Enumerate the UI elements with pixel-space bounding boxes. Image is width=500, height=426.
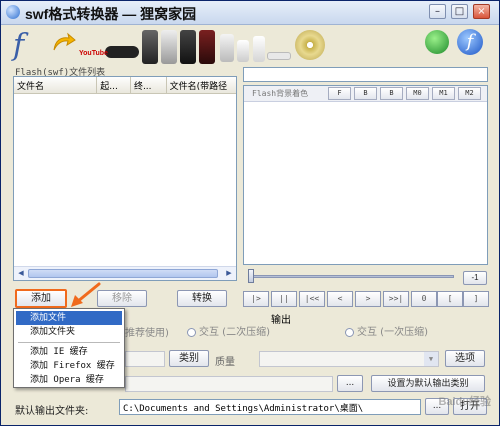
go-start-button[interactable]: |<<	[299, 291, 325, 307]
chevron-down-icon[interactable]: ▼	[424, 352, 438, 366]
menu-item-add-firefox-cache[interactable]: 添加 Firefox 缓存	[16, 359, 122, 373]
column-filename[interactable]: 文件名	[14, 77, 98, 93]
convert-button[interactable]: 转换	[177, 290, 227, 307]
menu-item-add-opera-cache[interactable]: 添加 Opera 缓存	[16, 373, 122, 387]
play-button[interactable]: |>	[243, 291, 269, 307]
close-button[interactable]: ×	[473, 4, 490, 19]
step-back-button[interactable]: <	[327, 291, 353, 307]
dvd-disc-icon	[295, 30, 325, 60]
wii-console-icon	[253, 36, 265, 62]
ipod-nano-icon	[220, 34, 234, 62]
menu-item-add-folder[interactable]: 添加文件夹	[16, 325, 122, 339]
ipod-shuffle-icon	[237, 40, 249, 62]
format-field[interactable]	[125, 351, 165, 367]
go-end-button[interactable]: >>|	[383, 291, 409, 307]
timeline-track[interactable]	[249, 275, 454, 278]
mark-out-button[interactable]: ]	[463, 291, 489, 307]
curved-arrow-icon	[53, 32, 76, 51]
youtube-logo: YouTube	[79, 50, 108, 57]
set-default-output-button[interactable]: 设置为默认输出类别	[371, 375, 485, 392]
scroll-left-icon[interactable]: ◀	[15, 268, 27, 279]
recommended-text: 推荐使用)	[125, 328, 169, 339]
menu-separator	[18, 342, 120, 343]
file-list-scrollbar[interactable]: ◀ ▶	[14, 266, 236, 280]
interactive-once-radio[interactable]: 交互 (一次压缩)	[345, 323, 428, 338]
flash-preview-panel: Flash背景着色 F B B M0 M1 M2	[243, 85, 488, 265]
scroll-right-icon[interactable]: ▶	[223, 268, 235, 279]
quality-button-m0[interactable]: M0	[406, 87, 429, 100]
options-button[interactable]: 选项	[445, 350, 485, 367]
add-button[interactable]: 添加	[15, 289, 67, 308]
quality-button-b2[interactable]: B	[380, 87, 403, 100]
step-forward-button[interactable]: >	[355, 291, 381, 307]
default-folder-label: 默认输出文件夹:	[15, 406, 89, 417]
quality-label: 质量	[215, 357, 235, 368]
category-button[interactable]: 类别	[169, 350, 209, 367]
interactive-once-radio-circle[interactable]	[345, 327, 354, 337]
background-color-label: Flash背景着色	[252, 89, 309, 98]
timeline-thumb[interactable]	[248, 269, 254, 283]
app-window: swf格式转换器 — 狸窝家园 – □ × f YouTube f Flash(…	[0, 0, 500, 426]
interactive-radio-label: 交互 (二次压缩)	[199, 327, 270, 338]
quality-button-b1[interactable]: B	[354, 87, 377, 100]
quality-select[interactable]: ▼	[259, 351, 439, 367]
maximize-button[interactable]: □	[451, 4, 468, 19]
interactive-once-radio-label: 交互 (一次压缩)	[357, 327, 428, 338]
flash-logo-icon: f	[13, 28, 25, 63]
quality-button-m2[interactable]: M2	[458, 87, 481, 100]
zero-button[interactable]: 0	[411, 291, 437, 307]
add-menu: 添加文件 添加文件夹 添加 IE 缓存 添加 Firefox 缓存 添加 Ope…	[13, 308, 125, 388]
scrollbar-thumb[interactable]	[28, 269, 218, 278]
minimize-button[interactable]: –	[429, 4, 446, 19]
quality-button-f[interactable]: F	[328, 87, 351, 100]
watermark: Baidu经验	[438, 396, 491, 408]
mp4-player-icon	[199, 30, 215, 64]
preview-info-field	[243, 67, 488, 82]
flash-player-icon[interactable]: f	[457, 29, 483, 55]
phone-icon	[142, 30, 158, 64]
download-globe-icon[interactable]	[425, 30, 449, 54]
column-start[interactable]: 起...	[97, 77, 131, 93]
output-section-label: 输出	[271, 315, 291, 326]
title-bar: swf格式转换器 — 狸窝家园 – □ ×	[1, 1, 499, 25]
output-folder-field[interactable]: C:\Documents and Settings\Administrator\…	[119, 399, 421, 415]
interactive-radio[interactable]: 交互 (二次压缩)	[187, 323, 270, 338]
file-list[interactable]: 文件名 起... 终... 文件名(带路径 ◀ ▶	[13, 76, 237, 281]
menu-item-add-file[interactable]: 添加文件	[16, 311, 122, 325]
output-category-field[interactable]	[125, 376, 333, 392]
pause-button[interactable]: ||	[271, 291, 297, 307]
app-logo-icon	[6, 5, 20, 19]
time-offset-button[interactable]: -1	[463, 271, 487, 285]
file-list-header: 文件名 起... 终... 文件名(带路径	[14, 77, 236, 94]
category-browse-button[interactable]: ...	[337, 375, 363, 392]
wii-remote-icon	[267, 52, 291, 60]
ipod-icon	[180, 30, 196, 64]
media-player-icon	[161, 30, 177, 64]
column-end[interactable]: 终...	[131, 77, 167, 93]
interactive-radio-circle[interactable]	[187, 327, 196, 337]
window-title: swf格式转换器 — 狸窝家园	[25, 6, 197, 22]
menu-item-add-ie-cache[interactable]: 添加 IE 缓存	[16, 345, 122, 359]
quality-button-m1[interactable]: M1	[432, 87, 455, 100]
preview-toolbar: Flash背景着色 F B B M0 M1 M2	[244, 86, 487, 102]
mark-in-button[interactable]: [	[437, 291, 463, 307]
banner: f YouTube f	[1, 26, 499, 66]
column-full-path[interactable]: 文件名(带路径	[167, 77, 236, 93]
psp-device-icon	[105, 46, 139, 58]
callout-arrow-icon	[71, 282, 101, 307]
